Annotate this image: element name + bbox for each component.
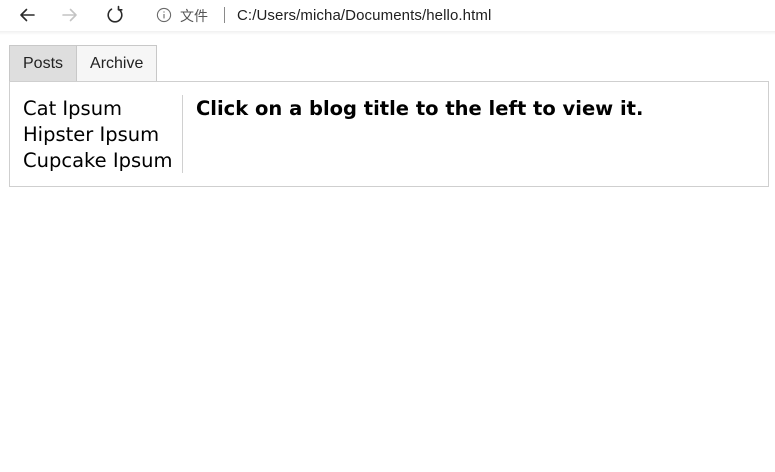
forward-button[interactable] bbox=[56, 2, 84, 28]
content-panel: Cat Ipsum Hipster Ipsum Cupcake Ipsum Cl… bbox=[9, 81, 769, 187]
arrow-right-icon bbox=[62, 8, 77, 22]
info-icon[interactable] bbox=[156, 7, 172, 23]
refresh-button[interactable] bbox=[101, 2, 129, 28]
address-url[interactable]: C:/Users/micha/Documents/hello.html bbox=[237, 7, 491, 24]
tab-archive[interactable]: Archive bbox=[77, 45, 158, 81]
address-separator bbox=[224, 7, 225, 23]
post-title-link[interactable]: Hipster Ipsum bbox=[23, 122, 172, 148]
column-divider bbox=[182, 95, 183, 173]
address-bar[interactable]: 文件 C:/Users/micha/Documents/hello.html bbox=[144, 0, 775, 30]
post-title-link[interactable]: Cat Ipsum bbox=[23, 96, 172, 122]
viewer-message: Click on a blog title to the left to vie… bbox=[196, 97, 644, 120]
address-scheme-label: 文件 bbox=[180, 9, 208, 25]
tab-posts[interactable]: Posts bbox=[9, 45, 78, 81]
arrow-left-icon bbox=[20, 8, 35, 22]
browser-toolbar: 文件 C:/Users/micha/Documents/hello.html bbox=[0, 0, 775, 35]
post-title-link[interactable]: Cupcake Ipsum bbox=[23, 148, 172, 174]
back-button[interactable] bbox=[13, 2, 41, 28]
tab-bar: Posts Archive bbox=[9, 45, 158, 81]
toolbar-shadow bbox=[0, 31, 775, 35]
refresh-icon bbox=[107, 5, 123, 23]
post-list: Cat Ipsum Hipster Ipsum Cupcake Ipsum bbox=[23, 96, 172, 174]
